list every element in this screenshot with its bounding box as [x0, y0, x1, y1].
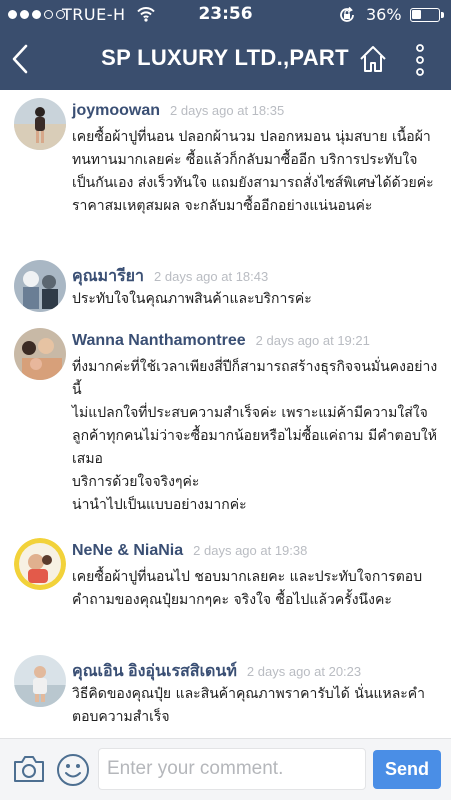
avatar[interactable] — [14, 260, 66, 312]
send-button[interactable]: Send — [373, 750, 441, 789]
app-header: TRUE-H 23:56 36% SP LUXURY LTD.,PART — [0, 0, 451, 90]
comment-author[interactable]: Wanna Nanthamontree 2 days ago at 19:21 — [72, 332, 370, 350]
comment-time: 2 days ago at 19:21 — [255, 333, 370, 348]
comment-time: 2 days ago at 19:38 — [193, 543, 308, 558]
comment-input[interactable] — [98, 748, 366, 790]
comment-time: 2 days ago at 18:43 — [154, 269, 269, 284]
home-icon[interactable] — [358, 44, 388, 74]
comment-author[interactable]: คุณมารียา 2 days ago at 18:43 — [72, 264, 268, 289]
status-bar: TRUE-H 23:56 36% — [0, 0, 451, 30]
comment-author[interactable]: NeNe & NiaNia 2 days ago at 19:38 — [72, 542, 307, 560]
battery-icon — [410, 8, 444, 22]
avatar[interactable] — [14, 328, 66, 380]
comment-text: ที่งมากค่ะที่ใช้เวลาเพียงสี่ปีก็สามารถสร… — [72, 359, 438, 513]
avatar[interactable] — [14, 538, 66, 590]
battery-percent: 36% — [366, 5, 402, 24]
page-title: SP LUXURY LTD.,PART — [101, 45, 349, 70]
avatar[interactable] — [14, 655, 66, 707]
more-vertical-icon[interactable] — [410, 42, 430, 78]
comment-composer: Send — [0, 738, 451, 800]
comment-text: เคยซื้อผ้าปูที่นอนไป ชอบมากเลยคะ และประท… — [72, 569, 423, 608]
chevron-left-icon[interactable] — [6, 40, 36, 78]
smiley-icon[interactable] — [56, 753, 90, 787]
comment-list[interactable]: joymoowan 2 days ago at 18:35 เคยซื้อผ้าป… — [0, 90, 451, 738]
comment-author[interactable]: joymoowan 2 days ago at 18:35 — [72, 102, 284, 120]
camera-icon[interactable] — [12, 753, 46, 785]
comment-text: ประทับใจในคุณภาพสินค้าและบริการค่ะ — [72, 291, 312, 307]
comment-time: 2 days ago at 18:35 — [170, 103, 285, 118]
avatar[interactable] — [14, 98, 66, 150]
rotation-lock-icon — [340, 6, 354, 22]
comment-text: เคยซื้อผ้าปูที่นอน ปลอกผ้านวม ปลอกหมอน น… — [72, 129, 434, 214]
comment-text: วิธีคิดของคุณปุ๋ย และสินค้าคุณภาพราคารับ… — [72, 686, 426, 725]
nav-bar: SP LUXURY LTD.,PART — [0, 30, 451, 90]
comment-time: 2 days ago at 20:23 — [246, 664, 362, 679]
comment-author[interactable]: คุณเอิน อิงอุ่นเรสสิเดนท์ 2 days ago at 2… — [72, 659, 361, 684]
